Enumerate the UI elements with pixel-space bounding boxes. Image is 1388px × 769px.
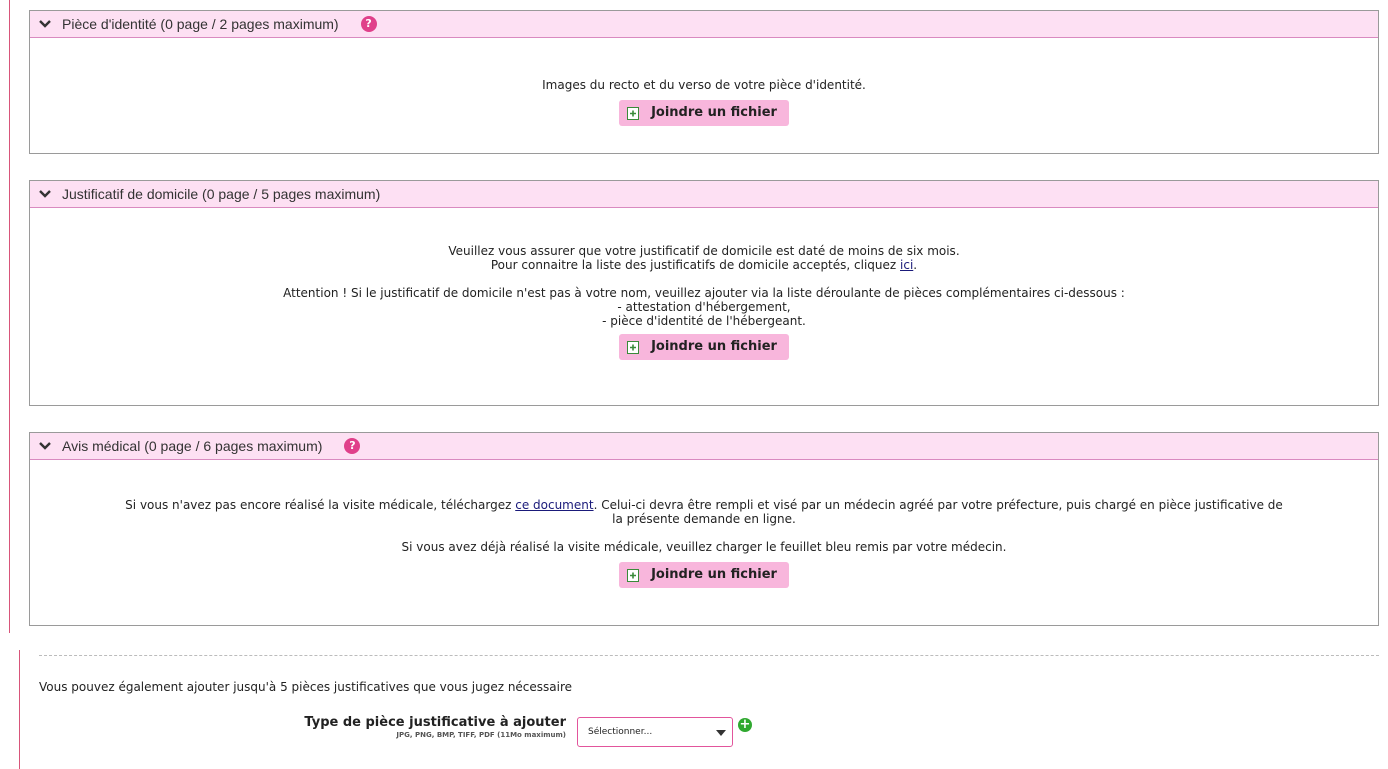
extra-documents-note: Vous pouvez également ajouter jusqu'à 5 … [39,680,573,694]
section-description-line: Si vous avez déjà réalisé la visite médi… [401,540,1007,554]
help-icon[interactable]: ? [360,16,377,32]
select-value: Sélectionner... [588,727,653,737]
plus-circle-icon[interactable]: + [738,718,752,732]
section-piece-identite: Pièce d'identité (0 page / 2 pages maxim… [29,10,1379,154]
text-fragment: . Celui-ci devra être rempli et visé par… [593,498,1283,512]
section-warning-item: - attestation d'hébergement, [617,300,791,314]
attach-file-label: Joindre un fichier [651,339,777,354]
file-add-icon [627,568,640,582]
section-description-line: la présente demande en ligne. [612,512,796,526]
section-description: Images du recto et du verso de votre piè… [542,78,866,92]
section-avis-medical: Avis médical (0 page / 6 pages maximum) … [29,432,1379,626]
section-description-line: Pour connaitre la liste des justificatif… [30,258,1378,272]
file-add-icon [627,340,640,354]
document-formats: JPG, PNG, BMP, TIFF, PDF (11Mo maximum) [396,731,566,739]
document-type-title: Type de pièce justificative à ajouter [304,715,566,730]
document-type-select[interactable]: Sélectionner... [577,717,733,747]
section-body: Si vous n'avez pas encore réalisé la vis… [30,460,1378,588]
medical-document-link[interactable]: ce document [515,498,593,512]
section-title: Pièce d'identité (0 page / 2 pages maxim… [62,16,339,32]
attach-file-button[interactable]: Joindre un fichier [619,100,789,126]
accepted-documents-link[interactable]: ici [900,258,913,272]
section-title: Justificatif de domicile (0 page / 5 pag… [62,186,381,202]
section-header[interactable]: Avis médical (0 page / 6 pages maximum) … [30,433,1378,460]
section-justificatif-domicile: Justificatif de domicile (0 page / 5 pag… [29,180,1379,406]
text-fragment: Si vous n'avez pas encore réalisé la vis… [125,498,516,512]
section-description-line: Veuillez vous assurer que votre justific… [448,244,960,258]
attach-file-label: Joindre un fichier [651,105,777,120]
section-warning-item: - pièce d'identité de l'hébergeant. [602,314,806,328]
section-body: Images du recto et du verso de votre piè… [30,38,1378,126]
left-accent-line [9,0,10,633]
section-body: Veuillez vous assurer que votre justific… [30,208,1378,360]
section-divider [39,655,1379,656]
caret-down-icon [716,730,726,736]
attach-file-label: Joindre un fichier [651,567,777,582]
section-warning-line: Attention ! Si le justificatif de domici… [283,286,1125,300]
chevron-down-icon[interactable] [38,17,52,31]
attach-file-button[interactable]: Joindre un fichier [619,562,789,588]
left-accent-line-lower [19,650,20,769]
document-type-label: Type de pièce justificative à ajouter JP… [250,715,566,739]
chevron-down-icon[interactable] [38,439,52,453]
attach-file-button[interactable]: Joindre un fichier [619,334,789,360]
file-add-icon [627,106,640,120]
section-header[interactable]: Pièce d'identité (0 page / 2 pages maxim… [30,11,1378,38]
help-icon[interactable]: ? [344,438,361,454]
section-header[interactable]: Justificatif de domicile (0 page / 5 pag… [30,181,1378,208]
section-title: Avis médical (0 page / 6 pages maximum) [62,438,323,454]
text-fragment: . [913,258,918,272]
section-description-line: Si vous n'avez pas encore réalisé la vis… [30,498,1378,512]
chevron-down-icon[interactable] [38,187,52,201]
text-fragment: Pour connaitre la liste des justificatif… [490,258,901,272]
